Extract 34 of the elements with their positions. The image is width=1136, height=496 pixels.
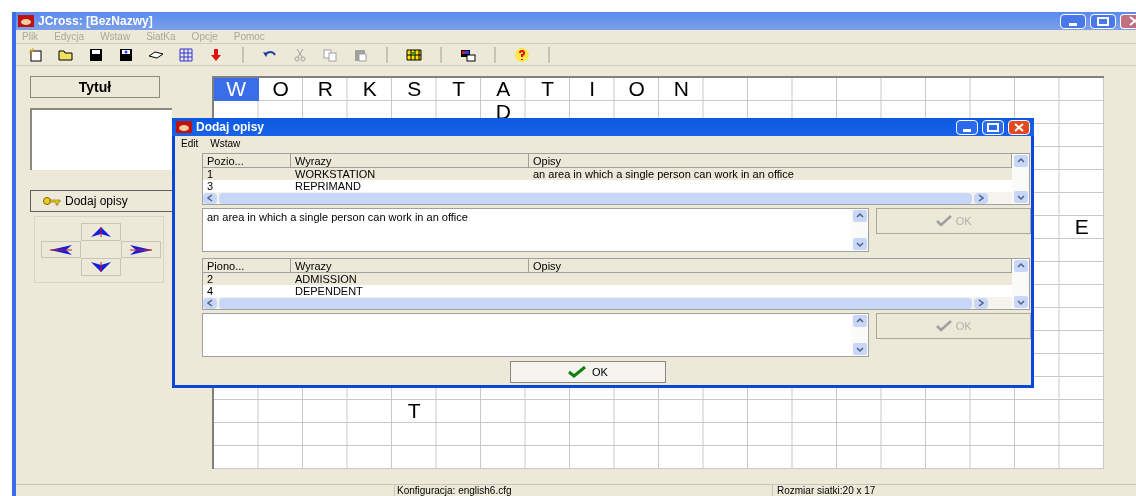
grid-cell[interactable]: R: [303, 78, 348, 101]
table-cell-text: 1: [206, 168, 215, 180]
table-cell-text: 3: [206, 180, 215, 192]
table-row[interactable]: 1 WORKSTATION an area in which a single person can work in an office: [203, 168, 1012, 180]
status-config: Konfiguracja: english6.cfg: [395, 485, 773, 496]
ok-button[interactable]: OK: [510, 361, 666, 383]
grid-cell[interactable]: S: [392, 78, 437, 101]
description-field[interactable]: an area in which a single person can work in an office: [202, 208, 870, 252]
grid-cell[interactable]: T: [392, 400, 437, 423]
table-cell-text: 4: [206, 285, 215, 297]
status-grid-size: Rozmiar siatki:20 x 17: [776, 485, 877, 496]
grid-cell[interactable]: T: [525, 78, 570, 101]
grid-cell[interactable]: I: [570, 78, 615, 101]
menu-item[interactable]: Wstaw: [210, 135, 241, 151]
description-text: an area in which a single person can work in an office: [207, 211, 468, 223]
title-button[interactable]: Tytuł: [30, 76, 160, 98]
table-cell-text: WORKSTATION: [294, 168, 377, 180]
grid-cell[interactable]: O: [614, 78, 659, 101]
grid-cell[interactable]: E: [1059, 216, 1104, 239]
table-row[interactable]: 2 ADMISSION: [203, 273, 1012, 285]
table-cell-text: DEPENDENT: [294, 285, 364, 297]
grid-cell[interactable]: O: [258, 78, 303, 101]
grid-cell[interactable]: K: [347, 78, 392, 101]
table-cell-text: REPRIMAND: [294, 180, 362, 192]
dialog-title: Dodaj opisy: [196, 119, 265, 136]
table-cell-text: an area in which a single person can work in an office: [532, 168, 795, 180]
menu-item[interactable]: Edit: [181, 135, 199, 151]
grid-cell[interactable]: A: [481, 78, 526, 101]
window-title: JCross: [BezNazwy]: [38, 13, 154, 30]
grid-cell[interactable]: T: [436, 78, 481, 101]
table-cell-text: 2: [206, 273, 215, 285]
table-cell-text: ADMISSION: [294, 273, 358, 285]
grid-cell[interactable]: N: [659, 78, 704, 101]
grid-cell[interactable]: W: [214, 78, 259, 101]
